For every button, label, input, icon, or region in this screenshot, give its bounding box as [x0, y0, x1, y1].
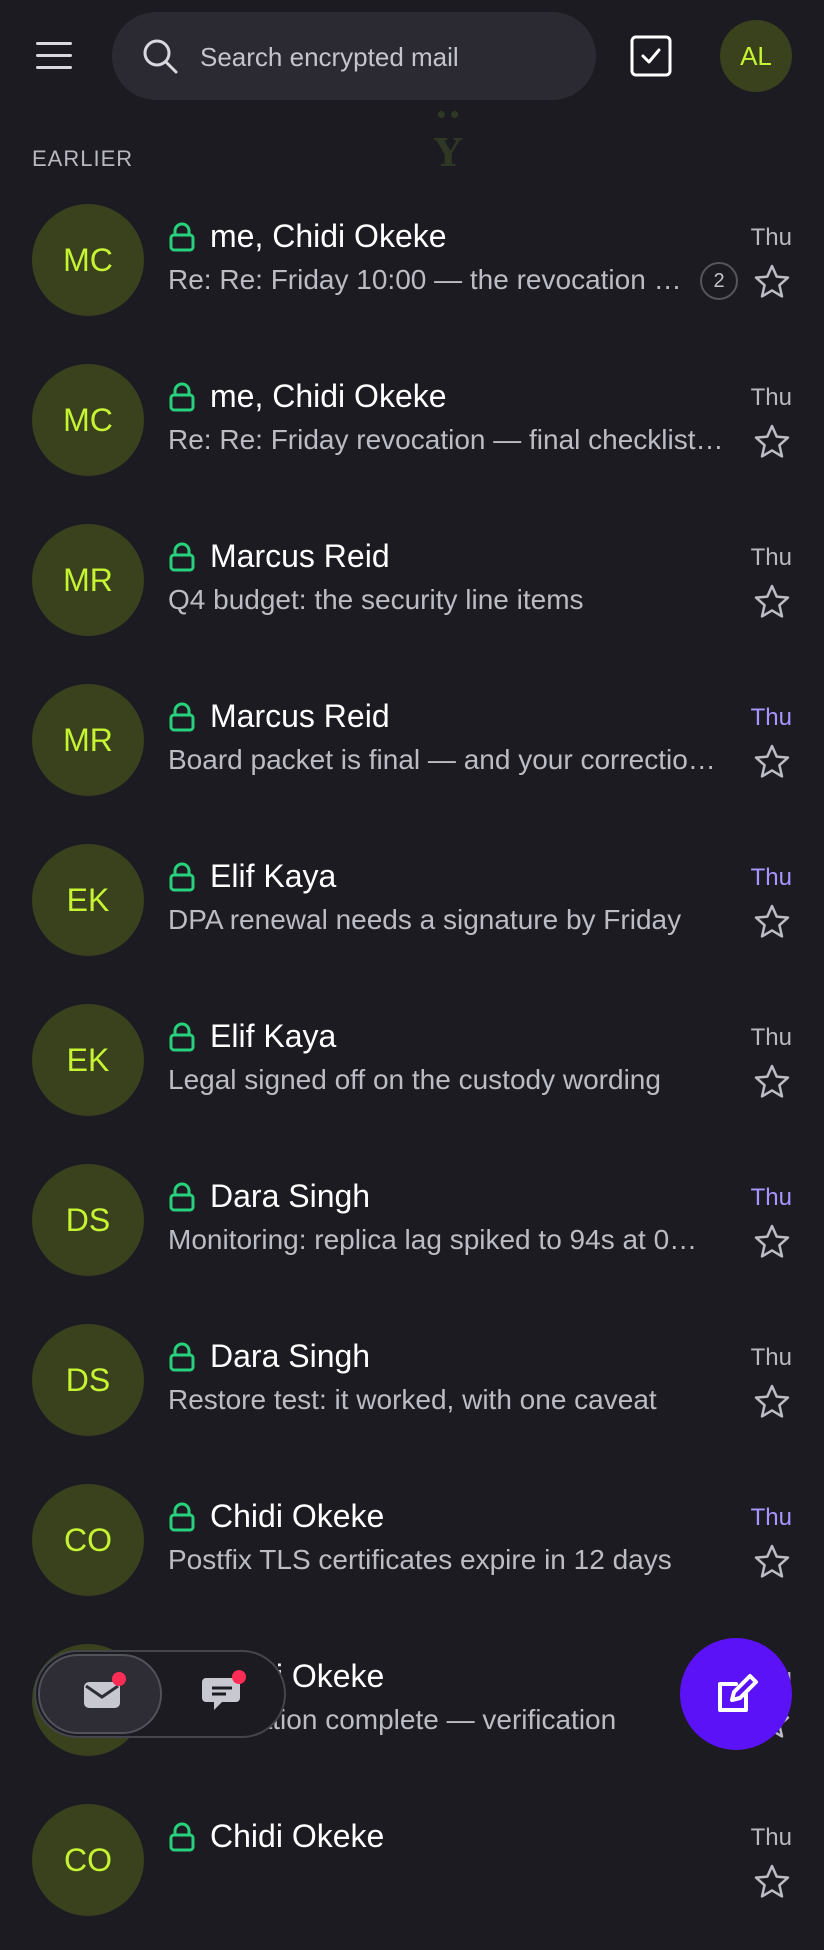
email-row[interactable]: EK Elif Kaya Legal signed off on the custo…: [0, 990, 824, 1150]
sender-name: Marcus Reid: [210, 538, 390, 574]
email-subject: Restore test: it worked, with one caveat: [168, 1384, 657, 1415]
lock-icon: [168, 1182, 196, 1212]
email-subject: Monitoring: replica lag spiked to 94s at…: [168, 1224, 698, 1255]
lock-icon: [168, 1502, 196, 1532]
mail-notification-dot: [112, 1672, 126, 1686]
bottom-nav: [34, 1650, 286, 1738]
lock-icon: [168, 862, 196, 892]
mail-tab[interactable]: [38, 1654, 162, 1734]
sender-name: Elif Kaya: [210, 858, 337, 894]
sender-avatar: DS: [32, 1164, 144, 1276]
star-icon[interactable]: [752, 262, 792, 302]
lock-icon: [168, 1022, 196, 1052]
star-icon[interactable]: [752, 1222, 792, 1262]
menu-icon-line: [36, 66, 72, 69]
email-subject: Re: Re: Friday revocation — final checkl…: [168, 424, 724, 455]
menu-icon-line: [36, 54, 72, 57]
email-date: Thu: [750, 1344, 792, 1371]
star-icon[interactable]: [752, 742, 792, 782]
chat-notification-dot: [232, 1670, 246, 1684]
email-date: Thu: [750, 704, 792, 731]
email-date: Thu: [750, 224, 792, 251]
email-subject: Legal signed off on the custody wording: [168, 1064, 661, 1095]
email-row[interactable]: DS Dara Singh Restore test: it worked, wit…: [0, 1310, 824, 1470]
email-date: Thu: [750, 1184, 792, 1211]
sender-name: Chidi Okeke: [210, 1818, 385, 1854]
star-icon[interactable]: [752, 902, 792, 942]
email-row[interactable]: CO Chidi Okeke Postfix TLS certificates ex…: [0, 1470, 824, 1630]
lock-icon: [168, 382, 196, 412]
compose-button[interactable]: [680, 1638, 792, 1750]
lock-icon: [168, 702, 196, 732]
menu-icon: [36, 42, 72, 45]
star-icon[interactable]: [752, 1062, 792, 1102]
sender-avatar: MR: [32, 524, 144, 636]
lock-icon: [168, 222, 196, 252]
sender-name: Dara Singh: [210, 1178, 371, 1214]
sender-name: Elif Kaya: [210, 1018, 337, 1054]
lock-icon: [168, 542, 196, 572]
star-icon[interactable]: [752, 422, 792, 462]
user-avatar[interactable]: AL: [720, 20, 792, 92]
sender-name: Chidi Okeke: [210, 1498, 385, 1534]
lock-icon: [168, 1822, 196, 1852]
email-date: Thu: [750, 864, 792, 891]
star-icon[interactable]: [752, 582, 792, 622]
sender-avatar: MC: [32, 364, 144, 476]
sender-name: Marcus Reid: [210, 698, 390, 734]
email-subject: Re: Re: Friday 10:00 — the revocation …: [168, 264, 682, 295]
sender-avatar: MC: [32, 204, 144, 316]
pencil-icon: [718, 1674, 758, 1712]
search-input[interactable]: [198, 34, 582, 80]
menu-button[interactable]: [34, 38, 78, 72]
email-subject: Q4 budget: the security line items: [168, 584, 584, 615]
email-subject: Postfix TLS certificates expire in 12 da…: [168, 1544, 672, 1575]
email-row[interactable]: CO Chidi Okeke Thu: [0, 1790, 824, 1950]
search-bar[interactable]: [112, 12, 596, 100]
star-icon[interactable]: [752, 1542, 792, 1582]
star-icon[interactable]: [752, 1382, 792, 1422]
email-date: Thu: [750, 544, 792, 571]
thread-count-badge: 2: [700, 262, 738, 300]
sender-name: Dara Singh: [210, 1338, 371, 1374]
sender-avatar: MR: [32, 684, 144, 796]
section-label: EARLIER: [32, 146, 134, 171]
sender-avatar: EK: [32, 1004, 144, 1116]
sender-avatar: DS: [32, 1324, 144, 1436]
email-row[interactable]: MR Marcus Reid Q4 budget: the security lin…: [0, 510, 824, 670]
checkbox-icon[interactable]: [630, 35, 672, 77]
email-date: Thu: [750, 1824, 792, 1851]
email-date: Thu: [750, 1504, 792, 1531]
sender-avatar: CO: [32, 1804, 144, 1916]
email-row[interactable]: MC me, Chidi Okeke Re: Re: Friday 10:00 — …: [0, 190, 824, 350]
lock-icon: [168, 1342, 196, 1372]
search-icon: [143, 39, 178, 74]
watermark-logo: ·· Y: [434, 92, 462, 175]
sender-avatar: EK: [32, 844, 144, 956]
email-date: Thu: [750, 1024, 792, 1051]
email-subject: DPA renewal needs a signature by Friday: [168, 904, 682, 935]
email-row[interactable]: MR Marcus Reid Board packet is final — and…: [0, 670, 824, 830]
star-icon[interactable]: [752, 1862, 792, 1902]
email-row[interactable]: DS Dara Singh Monitoring: replica lag spik…: [0, 1150, 824, 1310]
sender-name: me, Chidi Okeke: [210, 378, 447, 414]
top-bar: AL: [0, 0, 824, 112]
email-date: Thu: [750, 384, 792, 411]
sender-avatar: CO: [32, 1484, 144, 1596]
sender-name: me, Chidi Okeke: [210, 218, 447, 254]
email-row[interactable]: MC me, Chidi Okeke Re: Re: Friday revocati…: [0, 350, 824, 510]
email-subject: Board packet is final — and your correct…: [168, 744, 716, 775]
email-row[interactable]: EK Elif Kaya DPA renewal needs a signature…: [0, 830, 824, 990]
